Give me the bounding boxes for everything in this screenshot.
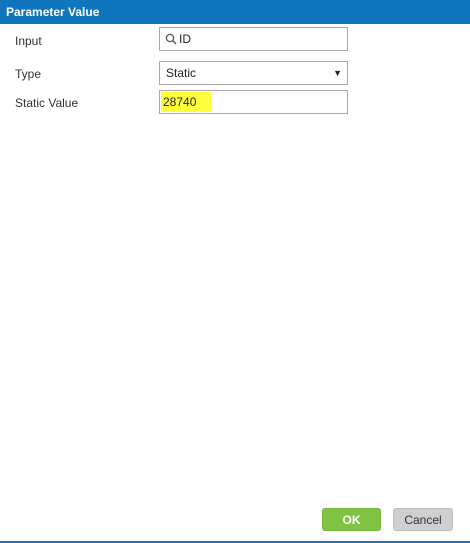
type-label: Type: [15, 67, 42, 81]
ok-button[interactable]: OK: [322, 508, 381, 531]
static-value-text: 28740: [163, 95, 197, 109]
cancel-button[interactable]: Cancel: [393, 508, 453, 531]
input-field[interactable]: ID: [159, 27, 348, 51]
input-label: Input: [15, 34, 42, 48]
input-value: ID: [179, 32, 191, 46]
parameter-value-dialog: Parameter Value Input ID Type Static ▼ S…: [0, 0, 470, 543]
type-selected-value: Static: [166, 66, 197, 80]
static-value-input[interactable]: 28740: [159, 90, 348, 114]
search-icon: [165, 33, 177, 45]
dropdown-caret-icon[interactable]: ▼: [333, 62, 342, 84]
static-value-label: Static Value: [15, 96, 79, 110]
dialog-title: Parameter Value: [0, 0, 470, 24]
type-select[interactable]: Static ▼: [159, 61, 348, 85]
